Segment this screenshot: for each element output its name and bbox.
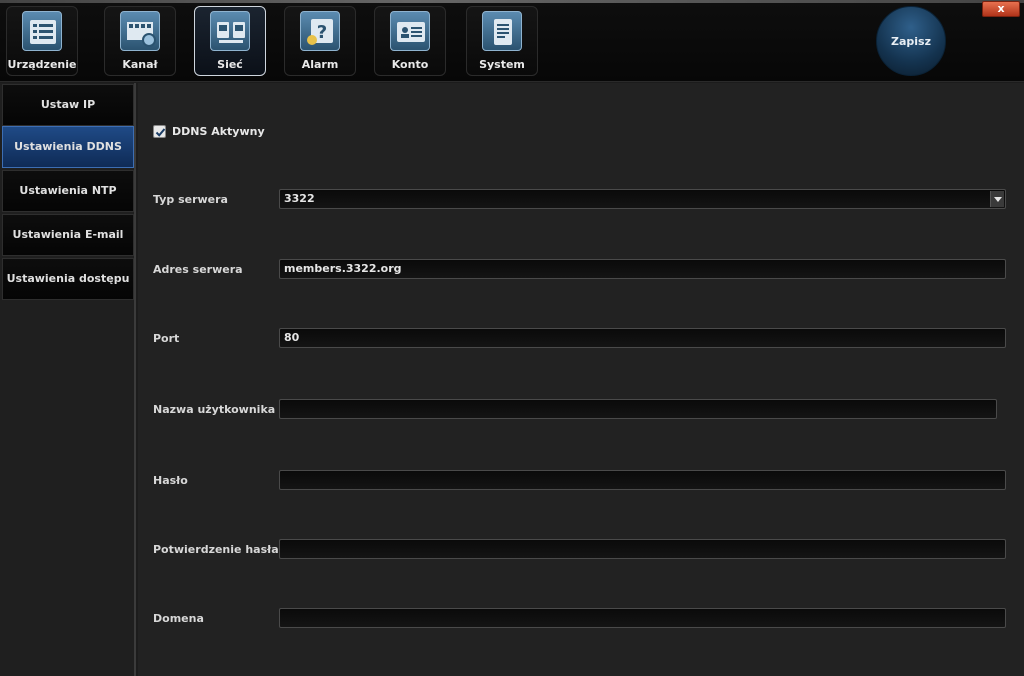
tab-label: Urządzenie bbox=[7, 58, 77, 71]
ddns-enabled-label: DDNS Aktywny bbox=[172, 125, 265, 138]
tab-label: Sieć bbox=[217, 58, 243, 71]
server-type-label: Typ serwera bbox=[153, 193, 228, 206]
tab-siec[interactable]: Sieć bbox=[194, 6, 266, 76]
settings-sidebar: Ustaw IP Ustawienia DDNS Ustawienia NTP … bbox=[0, 83, 136, 676]
server-type-select[interactable]: 3322 bbox=[279, 189, 1006, 209]
tab-system[interactable]: System bbox=[466, 6, 538, 76]
server-address-input[interactable]: members.3322.org bbox=[279, 259, 1006, 279]
username-input[interactable] bbox=[279, 399, 997, 419]
sidebar-item-email[interactable]: Ustawienia E-mail bbox=[2, 214, 134, 256]
ddns-enabled-checkbox[interactable] bbox=[153, 125, 166, 138]
chevron-down-icon[interactable] bbox=[990, 191, 1004, 207]
password-label: Hasło bbox=[153, 474, 188, 487]
save-button[interactable]: Zapisz bbox=[876, 6, 946, 76]
tab-urzadzenie[interactable]: Urządzenie bbox=[6, 6, 78, 76]
system-document-icon bbox=[482, 11, 522, 51]
tab-label: Konto bbox=[391, 58, 429, 71]
sidebar-item-ddns[interactable]: Ustawienia DDNS bbox=[2, 126, 134, 168]
tab-label: Kanał bbox=[122, 58, 158, 71]
network-computers-icon bbox=[210, 11, 250, 51]
server-address-label: Adres serwera bbox=[153, 263, 243, 276]
toolbar-highlight bbox=[0, 0, 1024, 3]
alarm-help-icon: ? bbox=[300, 11, 340, 51]
svg-text:?: ? bbox=[317, 22, 327, 43]
close-button[interactable]: x bbox=[982, 1, 1020, 17]
top-toolbar: Urządzenie Kanał Sieć ? Alarm Konto Syst… bbox=[0, 0, 1024, 82]
device-list-icon bbox=[22, 11, 62, 51]
sidebar-item-ntp[interactable]: Ustawienia NTP bbox=[2, 170, 134, 212]
tab-label: Alarm bbox=[301, 58, 339, 71]
username-label: Nazwa użytkownika bbox=[153, 403, 276, 416]
domain-input[interactable] bbox=[279, 608, 1006, 628]
domain-label: Domena bbox=[153, 612, 204, 625]
channel-film-icon bbox=[120, 11, 160, 51]
account-card-icon bbox=[390, 11, 430, 51]
ddns-settings-panel: DDNS Aktywny Typ serwera 3322 Adres serw… bbox=[138, 83, 1024, 676]
password-confirm-label: Potwierdzenie hasła: bbox=[153, 543, 284, 556]
password-input[interactable] bbox=[279, 470, 1006, 490]
tab-label: System bbox=[479, 58, 525, 71]
checkmark-icon bbox=[155, 128, 166, 137]
tab-kanal[interactable]: Kanał bbox=[104, 6, 176, 76]
password-confirm-input[interactable] bbox=[279, 539, 1006, 559]
tab-konto[interactable]: Konto bbox=[374, 6, 446, 76]
sidebar-item-ustaw-ip[interactable]: Ustaw IP bbox=[2, 84, 134, 126]
port-label: Port bbox=[153, 332, 180, 345]
port-input[interactable]: 80 bbox=[279, 328, 1006, 348]
server-type-value: 3322 bbox=[284, 192, 315, 205]
tab-alarm[interactable]: ? Alarm bbox=[284, 6, 356, 76]
sidebar-item-access[interactable]: Ustawienia dostępu bbox=[2, 258, 134, 300]
